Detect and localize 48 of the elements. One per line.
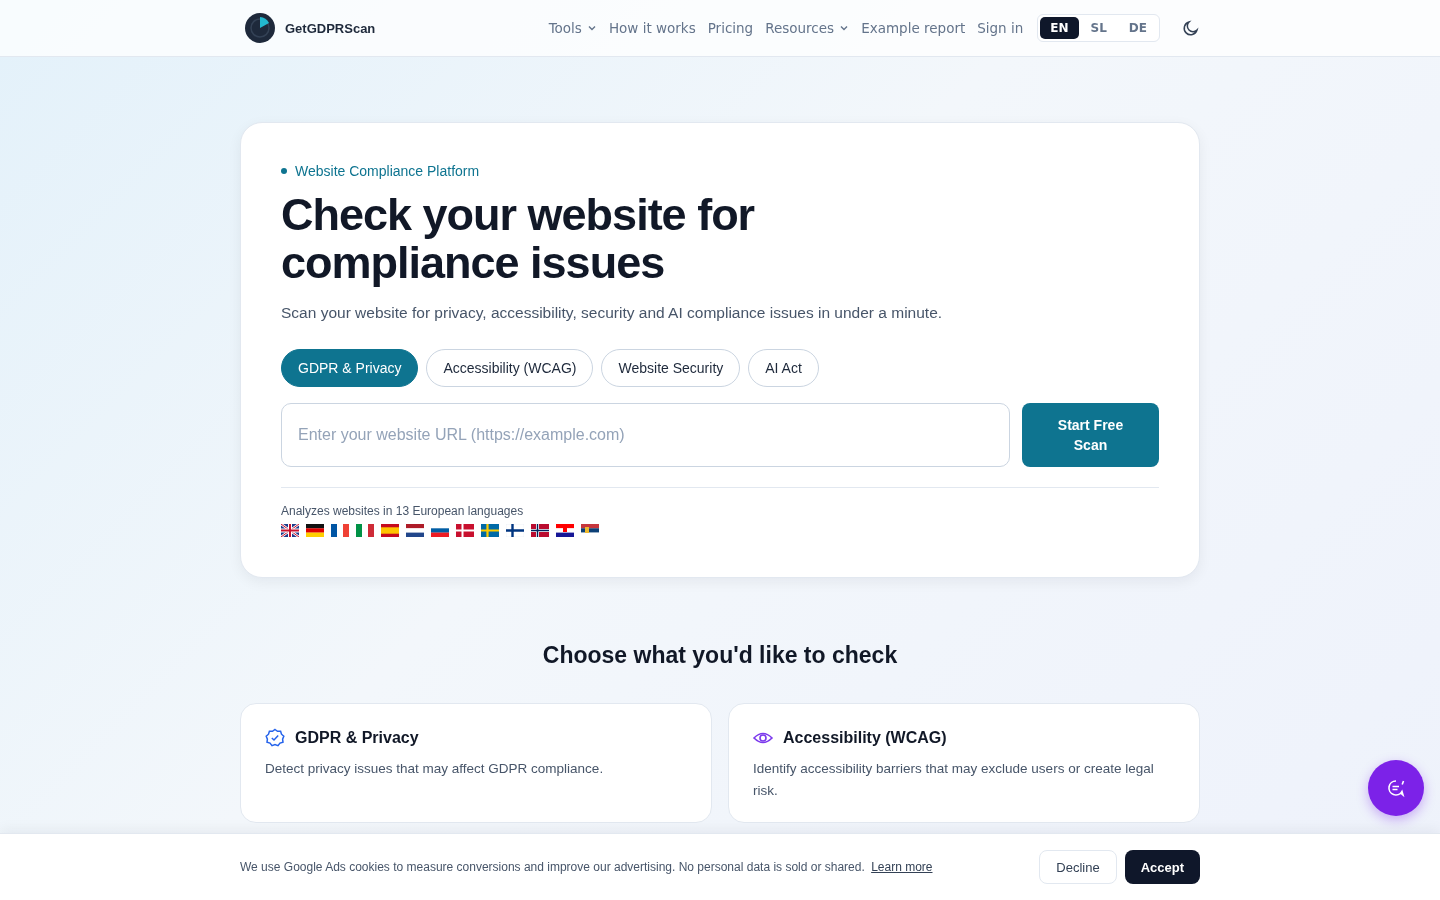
flag-icon xyxy=(281,524,299,537)
shield-check-icon xyxy=(265,728,285,748)
url-input-field[interactable]: Enter your website URL (https://example.com) xyxy=(281,403,1010,467)
language-button[interactable]: EN xyxy=(1040,17,1079,39)
chat-bubble-icon xyxy=(1386,778,1406,798)
flag-icon xyxy=(531,524,549,537)
chat-button[interactable] xyxy=(1368,760,1424,816)
flag-icon xyxy=(506,524,524,537)
card-description: Identify accessibility barriers that may exclude users or create legal risk. xyxy=(753,760,1155,800)
hero-title: Check your website for compliance issues xyxy=(281,191,756,287)
flag-icon xyxy=(556,524,574,537)
nav-link[interactable]: Resources xyxy=(765,20,850,36)
moon-icon[interactable] xyxy=(1182,19,1200,37)
accept-button[interactable]: Accept xyxy=(1124,850,1200,884)
check-card[interactable]: GDPR & Privacy Detect privacy issues that may affect GDPR compliance. xyxy=(240,703,712,823)
check-card[interactable]: Accessibility (WCAG) Identify accessibility barriers that may exclude users or create legal risk. xyxy=(728,703,1200,823)
card-description: Detect privacy issues that may affect GDPR compliance. xyxy=(265,760,605,778)
nav-link[interactable]: Tools xyxy=(548,20,597,36)
scan-type-tab[interactable]: GDPR & Privacy xyxy=(281,349,419,387)
language-button[interactable]: DE xyxy=(1118,17,1157,39)
section-title: Choose what you'd like to check xyxy=(541,642,899,669)
flag-icon xyxy=(406,524,424,537)
flag-icon xyxy=(456,524,474,537)
card-title: Accessibility (WCAG) xyxy=(783,729,947,747)
nav-link[interactable]: Sign in xyxy=(977,20,1024,36)
flag-icon xyxy=(356,524,374,537)
flag-icon xyxy=(306,524,324,537)
scan-type-tab[interactable]: Website Security xyxy=(601,349,741,387)
nav-link[interactable]: Pricing xyxy=(707,20,754,36)
hero-subtitle: Scan your website for privacy, accessibility, security and AI compliance issues in under a minute. xyxy=(281,303,944,323)
nav-link[interactable]: How it works xyxy=(608,20,696,36)
cookie-notice-text: We use Google Ads cookies to measure conversions and improve our advertising. No personal data is sold or shared. Learn more xyxy=(240,860,933,874)
scan-type-tab[interactable]: Accessibility (WCAG) xyxy=(426,349,594,387)
brand-name[interactable]: GetGDPRScan xyxy=(285,20,376,36)
eyebrow-label: Website Compliance Platform xyxy=(295,163,480,179)
nav-link[interactable]: Example report xyxy=(861,20,966,36)
flag-icon xyxy=(381,524,399,537)
languages-note: Analyzes websites in 13 European languages xyxy=(281,504,525,518)
scan-type-tab[interactable]: AI Act xyxy=(748,349,819,387)
flag-icon xyxy=(481,524,499,537)
language-button[interactable]: SL xyxy=(1080,17,1117,39)
bullet-dot xyxy=(281,168,287,174)
learn-more-link[interactable]: Learn more xyxy=(871,860,933,874)
card-title: GDPR & Privacy xyxy=(295,729,419,747)
start-scan-button[interactable]: Start Free Scan xyxy=(1022,403,1159,467)
logo-icon xyxy=(245,13,275,43)
flag-icon xyxy=(331,524,349,537)
decline-button[interactable]: Decline xyxy=(1039,850,1117,884)
